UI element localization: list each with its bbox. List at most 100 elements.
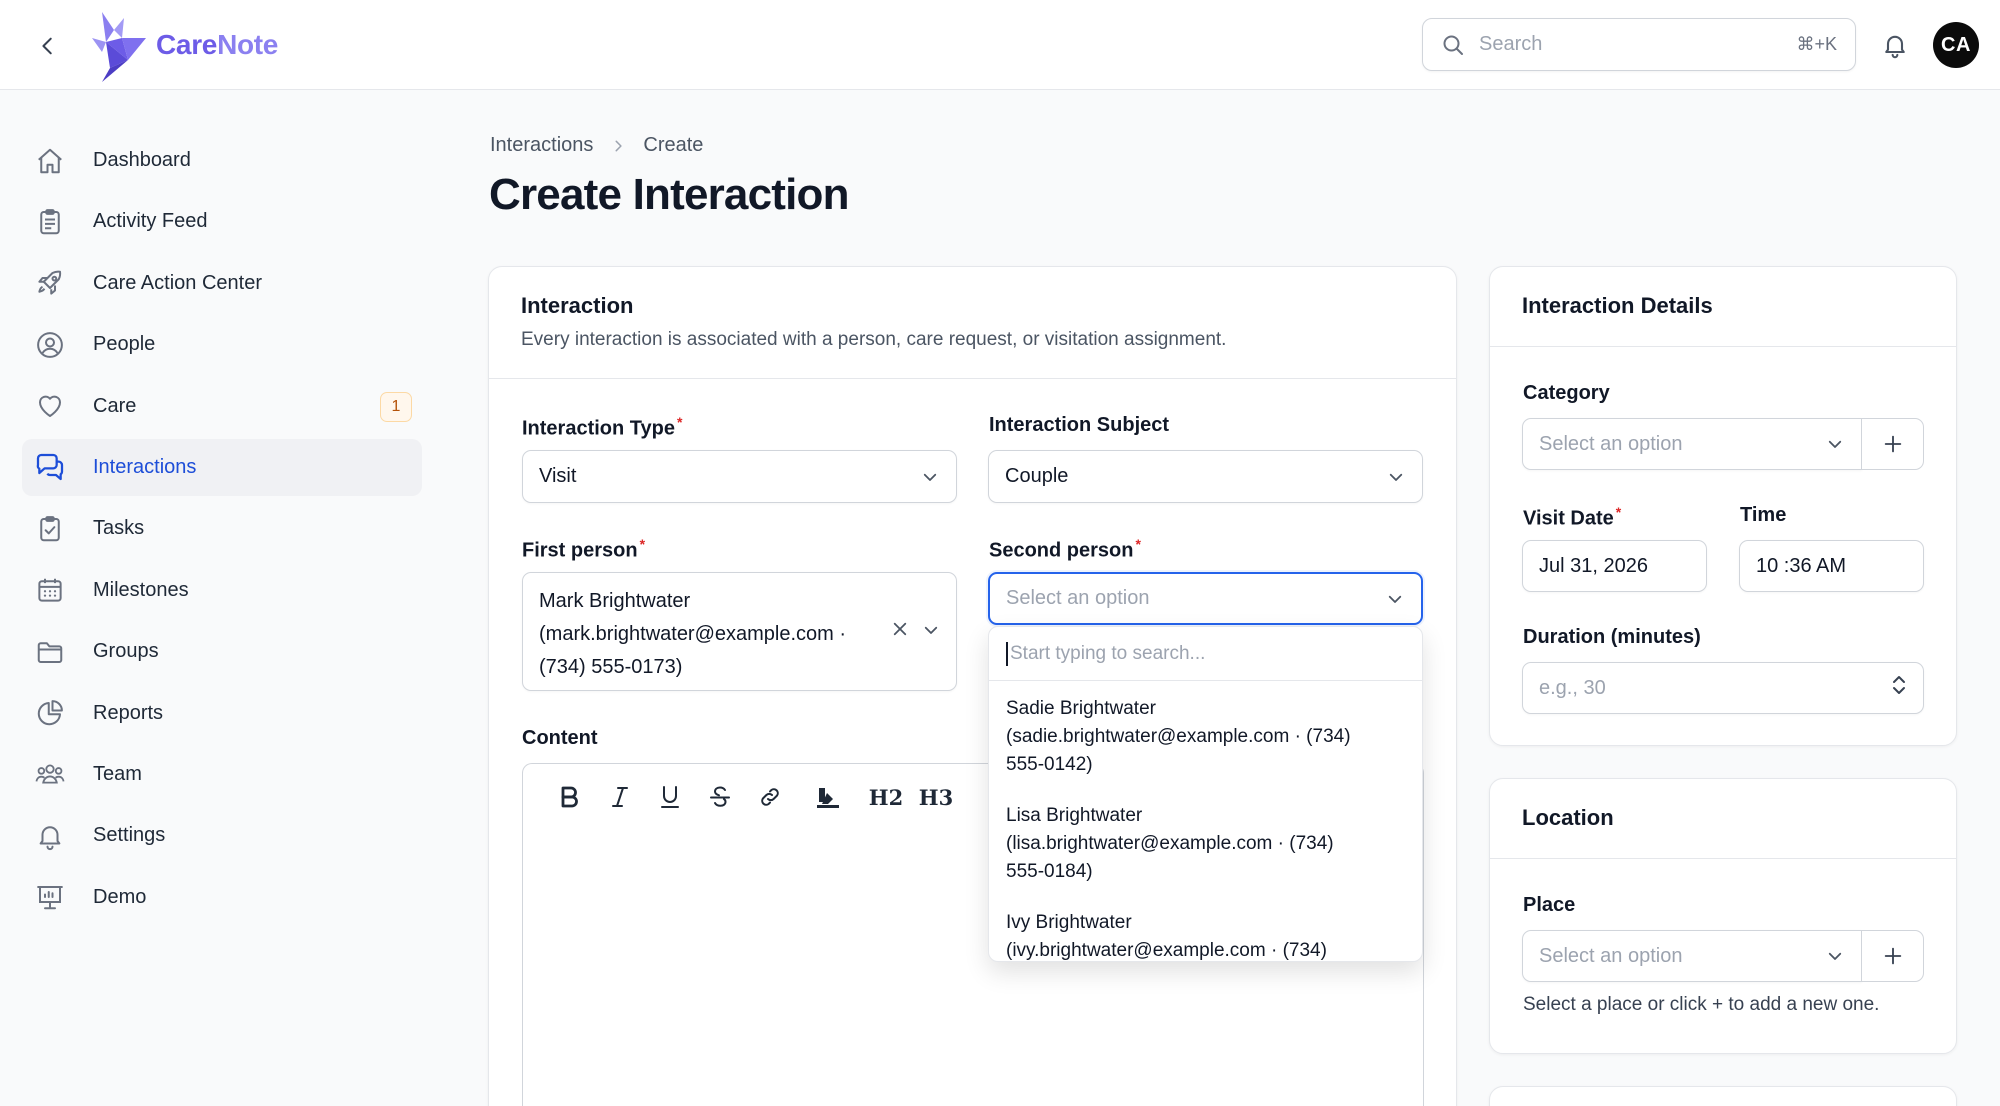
heading-3-button[interactable]: H3 [911, 777, 961, 817]
visit-date-input[interactable]: Jul 31, 2026 [1522, 540, 1707, 592]
underline-icon [661, 786, 679, 808]
time-input[interactable]: 10 :36 AM [1739, 540, 1924, 592]
heart-icon [34, 390, 66, 422]
place-label: Place [1523, 894, 1576, 916]
stepper-icon[interactable] [1891, 673, 1907, 703]
sidebar-item-team[interactable]: Team [22, 746, 422, 803]
bell-icon [1885, 35, 1905, 59]
first-person-select[interactable]: Mark Brightwater (mark.brightwater@examp… [522, 572, 957, 691]
interaction-card-header: Interaction Every interaction is associa… [489, 267, 1456, 379]
sidebar-item-activity-feed[interactable]: Activity Feed [22, 193, 422, 250]
dropdown-option[interactable]: Ivy Brightwater (ivy.brightwater@example… [989, 909, 1422, 961]
breadcrumb: Interactions Create [490, 134, 703, 157]
user-circle-icon [34, 329, 66, 361]
interaction-type-select[interactable]: Visit [522, 450, 957, 503]
clipboard-check-icon [34, 513, 66, 545]
back-button[interactable] [30, 28, 66, 64]
visit-date-value: Jul 31, 2026 [1539, 554, 1648, 577]
sidebar-item-label: Demo [93, 885, 147, 908]
breadcrumb-current: Create [643, 134, 704, 156]
users-icon [34, 758, 66, 790]
category-select[interactable]: Select an option [1522, 418, 1862, 470]
highlight-button[interactable] [803, 777, 853, 817]
first-person-label: First person * [522, 536, 646, 562]
page-title: Create Interaction [489, 170, 850, 219]
user-avatar[interactable]: CA [1933, 22, 1979, 68]
content-label: Content [522, 727, 598, 749]
second-person-label: Second person * [989, 536, 1141, 562]
duration-placeholder: e.g., 30 [1539, 676, 1606, 699]
sidebar-nav: Dashboard Activity Feed Care Action Cent… [22, 132, 422, 930]
sidebar-item-label: Team [93, 762, 142, 785]
sidebar-item-settings[interactable]: Settings [22, 807, 422, 864]
dropdown-search-input[interactable]: Start typing to search... [989, 627, 1422, 681]
notifications-button[interactable] [1876, 26, 1914, 64]
search-placeholder: Search [1479, 33, 1543, 55]
add-category-button[interactable] [1861, 418, 1924, 470]
sidebar-item-label: People [93, 333, 156, 356]
highlighter-icon [817, 788, 839, 808]
sidebar-item-interactions[interactable]: Interactions [22, 438, 422, 496]
chevron-down-icon [1825, 946, 1845, 966]
chevron-right-icon [611, 139, 625, 153]
required-marker: * [677, 414, 683, 430]
sidebar-item-tasks[interactable]: Tasks [22, 500, 422, 557]
presentation-icon [34, 881, 66, 913]
search-icon [1443, 35, 1463, 55]
link-button[interactable] [745, 777, 795, 817]
second-person-select[interactable]: Select an option [988, 572, 1423, 625]
sidebar-item-demo[interactable]: Demo [22, 869, 422, 926]
clear-selection-button[interactable] [891, 620, 909, 638]
place-hint: Select a place or click + to add a new o… [1523, 994, 1880, 1015]
breadcrumb-parent-link[interactable]: Interactions [490, 134, 593, 157]
heading-2-button[interactable]: H2 [861, 777, 911, 817]
add-place-button[interactable] [1861, 930, 1924, 982]
first-person-value: Mark Brightwater (mark.brightwater@examp… [539, 590, 847, 678]
bold-button[interactable] [545, 777, 595, 817]
sidebar-item-label: Reports [93, 701, 164, 724]
sidebar-item-reports[interactable]: Reports [22, 685, 422, 742]
interaction-subject-select[interactable]: Couple [988, 450, 1423, 503]
duration-input[interactable]: e.g., 30 [1522, 662, 1924, 714]
italic-button[interactable] [595, 777, 645, 817]
plus-icon [1884, 435, 1901, 453]
sidebar-item-label: Tasks [93, 517, 145, 540]
interaction-card-title: Interaction [521, 293, 634, 318]
required-marker: * [1615, 504, 1622, 520]
chevron-down-icon [1385, 589, 1405, 609]
sidebar-item-dashboard[interactable]: Dashboard [22, 132, 422, 189]
sidebar-item-groups[interactable]: Groups [22, 623, 422, 680]
place-select[interactable]: Select an option [1522, 930, 1862, 982]
location-title: Location [1490, 779, 1956, 859]
interaction-type-value: Visit [539, 465, 577, 487]
dropdown-option[interactable]: Sadie Brightwater (sadie.brightwater@exa… [989, 695, 1422, 779]
sidebar-item-care[interactable]: Care 1 [22, 378, 422, 435]
dropdown-search-placeholder: Start typing to search... [1010, 642, 1206, 664]
second-person-dropdown: Start typing to search... Sadie Brightwa… [988, 626, 1423, 962]
clipboard-icon [34, 206, 66, 238]
time-label: Time [1740, 504, 1787, 526]
sidebar-item-care-action-center[interactable]: Care Action Center [22, 255, 422, 312]
global-search-input[interactable]: Search ⌘+K [1422, 18, 1856, 71]
interaction-details-title: Interaction Details [1490, 267, 1956, 347]
pie-chart-icon [34, 697, 66, 729]
chevron-down-icon [1825, 434, 1845, 454]
link-icon [761, 788, 779, 806]
bird-logo-icon [92, 12, 146, 82]
dropdown-option[interactable]: Lisa Brightwater (lisa.brightwater@examp… [989, 802, 1422, 886]
sidebar-item-people[interactable]: People [22, 316, 422, 373]
strikethrough-button[interactable] [695, 777, 745, 817]
sidebar-item-label: Groups [93, 640, 159, 663]
close-icon [893, 622, 907, 636]
carenote-logo[interactable]: CareNote [88, 8, 278, 82]
sidebar-item-milestones[interactable]: Milestones [22, 562, 422, 619]
text-caret [1006, 641, 1008, 666]
h3-label: H3 [918, 784, 954, 810]
calendar-icon [34, 574, 66, 606]
second-person-placeholder: Select an option [1006, 587, 1150, 609]
strikethrough-icon [710, 786, 730, 807]
category-label: Category [1523, 382, 1610, 404]
underline-button[interactable] [645, 777, 695, 817]
sidebar-item-label: Care [93, 394, 137, 417]
interaction-card-description: Every interaction is associated with a p… [521, 329, 1227, 350]
